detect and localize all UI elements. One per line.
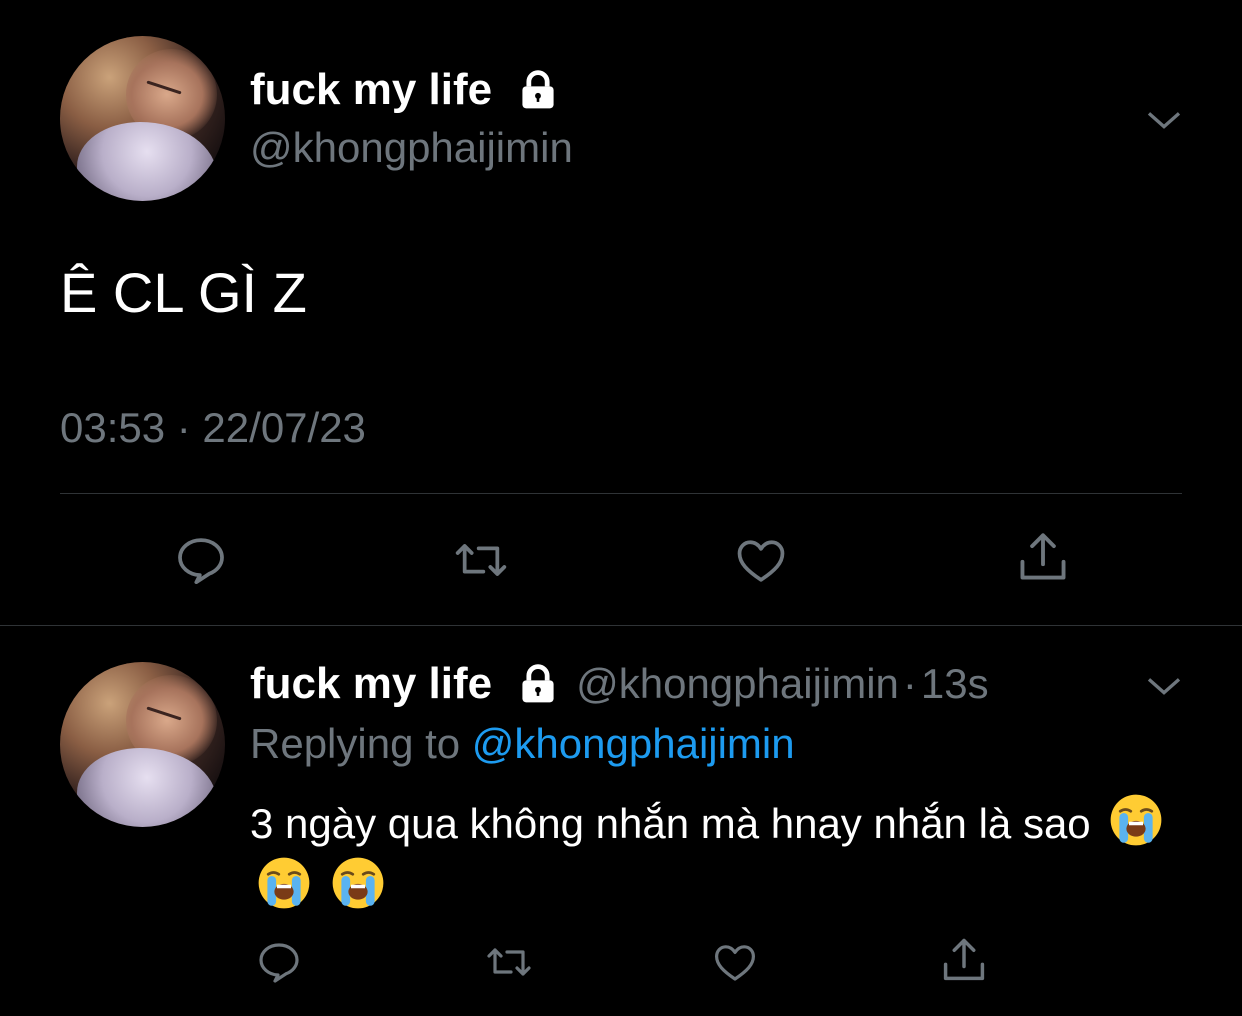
tweet-timestamp[interactable]: 03:53 · 22/07/23: [60, 404, 366, 452]
tweet-text: Ê CL GÌ Z: [60, 261, 307, 324]
share-button[interactable]: [1014, 528, 1072, 586]
like-button[interactable]: [732, 532, 790, 588]
replying-to-link[interactable]: @khongphaijimin: [472, 720, 795, 767]
loudly-crying-face-emoji: [332, 857, 384, 909]
lock-icon: [522, 70, 554, 109]
replying-to-line: Replying to @khongphaijimin: [250, 720, 795, 768]
share-button[interactable]: [938, 934, 990, 986]
reply-text-block: 3 ngày qua không nhắn mà hnay nhắn là sa…: [250, 792, 1190, 918]
lock-icon: [522, 664, 554, 703]
retweet-button[interactable]: [450, 532, 512, 588]
meta-separator: ·: [902, 660, 917, 707]
divider: [60, 493, 1182, 494]
display-name[interactable]: fuck my life: [250, 65, 492, 115]
display-name[interactable]: fuck my life: [250, 659, 492, 709]
reply-button[interactable]: [172, 532, 230, 588]
user-handle[interactable]: @khongphaijimin: [576, 660, 899, 708]
reply-button[interactable]: [254, 938, 304, 986]
like-button[interactable]: [710, 938, 760, 986]
avatar[interactable]: [60, 36, 225, 201]
like-icon: [737, 540, 785, 582]
replying-to-label: Replying to: [250, 720, 461, 767]
loudly-crying-face-emoji: [258, 857, 310, 909]
chevron-down-icon[interactable]: [1144, 666, 1184, 706]
share-icon: [943, 938, 985, 981]
avatar[interactable]: [60, 662, 225, 827]
chevron-down-icon[interactable]: [1144, 100, 1184, 140]
reply-icon: [259, 943, 299, 983]
reply-icon: [178, 538, 224, 585]
user-handle[interactable]: @khongphaijimin: [250, 124, 573, 172]
main-tweet: fuck my life @khongphaijimin Ê CL GÌ Z 0…: [0, 0, 1242, 625]
retweet-button[interactable]: [482, 938, 536, 986]
loudly-crying-face-emoji: [1110, 794, 1162, 846]
reply-time[interactable]: 13s: [921, 660, 989, 708]
retweet-icon: [455, 544, 507, 576]
like-icon: [715, 945, 755, 981]
reply-tweet[interactable]: fuck my life @khongphaijimin · 13s Reply…: [0, 626, 1242, 1016]
share-icon: [1020, 533, 1066, 580]
retweet-icon: [487, 948, 531, 976]
reply-text: 3 ngày qua không nhắn mà hnay nhắn là sa…: [250, 800, 1091, 847]
